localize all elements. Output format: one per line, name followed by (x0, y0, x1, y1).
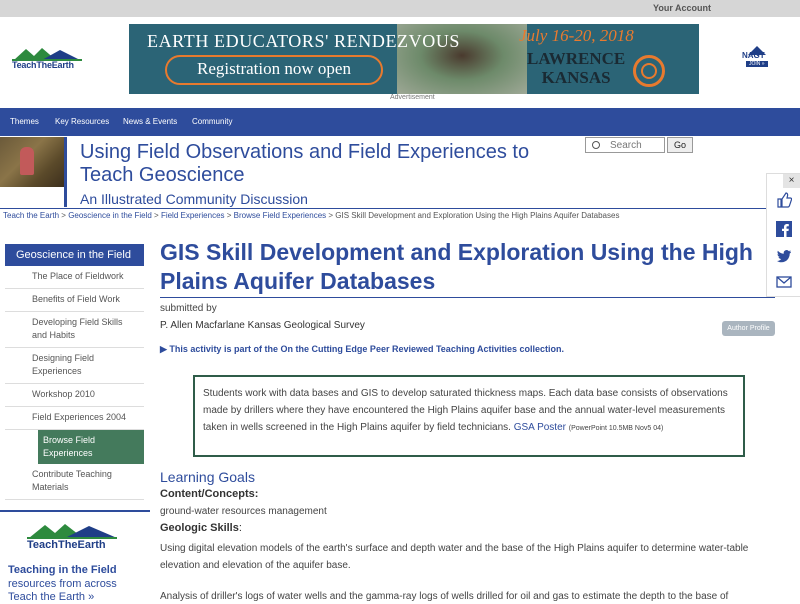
email-icon[interactable] (776, 274, 792, 290)
banner-location-line1: LAWRENCE (527, 49, 626, 68)
triangle-right-icon: ▶ (160, 344, 170, 354)
sidebar-item[interactable]: Designing Field Experiences (5, 348, 144, 384)
tte-logo-text: TeachTheEarth (27, 539, 106, 551)
breadcrumb-item[interactable]: Browse Field Experiences (234, 211, 326, 220)
header-divider (64, 137, 67, 207)
banner-location-line2: KANSAS (541, 68, 611, 87)
gsa-poster-note: (PowerPoint 10.5MB Nov5 04) (568, 425, 664, 432)
search-input[interactable]: Search (585, 137, 665, 153)
teaching-in-field-box[interactable]: TeachTheEarth Teaching in the Field reso… (0, 510, 150, 603)
facebook-icon[interactable] (776, 221, 792, 237)
sidebar-item[interactable]: The Place of Fieldwork (5, 266, 144, 289)
nagt-text: NAGT (742, 51, 765, 60)
teach-the-earth-logo[interactable]: TeachTheEarth (12, 46, 84, 76)
sidebar-item[interactable]: Field Experiences 2004 (5, 407, 144, 430)
twitter-icon[interactable] (776, 248, 792, 264)
submitted-by-label: submitted by (160, 303, 217, 314)
breadcrumb-sep: > (226, 211, 232, 220)
nagt-join-button[interactable]: JOIN » (746, 61, 768, 67)
tte-logo: TeachTheEarth (27, 522, 119, 558)
search-go-button[interactable]: Go (667, 137, 693, 153)
geologic-skills-bold: Geologic Skills (160, 522, 239, 534)
banner-cta: Registration now open (197, 59, 351, 78)
sidebar-item[interactable]: Contribute Teaching Materials (5, 464, 144, 500)
close-icon[interactable]: × (783, 174, 800, 188)
header-photo (0, 137, 64, 187)
tte-box-line: resources from across (8, 578, 117, 590)
site-subtitle: An Illustrated Community Discussion (80, 191, 308, 207)
nav-community[interactable]: Community (192, 117, 232, 126)
ad-banner[interactable]: EARTH EDUCATORS' RENDEZVOUS Registration… (129, 24, 699, 94)
sidebar-item[interactable]: Benefits of Field Work (5, 289, 144, 312)
sidebar-item[interactable]: Workshop 2010 (5, 384, 144, 407)
banner-location: LAWRENCE KANSAS (527, 49, 625, 87)
search-form: Search Go (585, 137, 795, 159)
banner-headline: EARTH EDUCATORS' RENDEZVOUS (147, 31, 461, 51)
spiral-inner-icon (641, 63, 657, 79)
top-bar: Your Account (0, 0, 800, 17)
learning-goals-heading: Learning Goals (160, 469, 255, 485)
page-title: GIS Skill Development and Exploration Us… (160, 239, 753, 294)
breadcrumb-sep: > (61, 211, 66, 220)
geologic-skills-colon: : (238, 522, 242, 534)
skill-item: Using digital elevation models of the ea… (160, 543, 749, 571)
collection-text: This activity is part of the On the Cutt… (169, 344, 565, 354)
tte-box-text[interactable]: resources from across Teach the Earth » (8, 578, 117, 604)
nagt-logo[interactable]: NAGT JOIN » (738, 42, 776, 68)
thumbs-up-icon[interactable] (776, 192, 792, 208)
search-placeholder: Search (610, 140, 642, 151)
gsa-poster-link[interactable]: GSA Poster (514, 422, 566, 433)
your-account-link[interactable]: Your Account (653, 3, 711, 13)
logo-text: TeachTheEarth (12, 60, 74, 70)
content-concepts-label: Content/Concepts: (160, 488, 259, 500)
breadcrumb-sep: > (154, 211, 159, 220)
nav-themes[interactable]: Themes (10, 117, 39, 126)
sidebar: Geoscience in the Field The Place of Fie… (5, 244, 144, 500)
author-profile-button[interactable]: Author Profile (722, 321, 775, 336)
breadcrumb: Teach the Earth > Geoscience in the Fiel… (0, 208, 770, 221)
site-title[interactable]: Using Field Observations and Field Exper… (80, 141, 580, 187)
main-nav: Themes Key Resources News & Events Commu… (0, 108, 800, 136)
breadcrumb-item[interactable]: Field Experiences (161, 211, 225, 220)
content-item: ground-water resources management (160, 506, 327, 517)
tte-box-title[interactable]: Teaching in the Field (8, 564, 117, 576)
nav-news-events[interactable]: News & Events (123, 117, 177, 126)
collection-toggle[interactable]: ▶ This activity is part of the On the Cu… (160, 344, 564, 355)
breadcrumb-item[interactable]: Geoscience in the Field (68, 211, 152, 220)
author-name: P. Allen Macfarlane Kansas Geological Su… (160, 320, 365, 331)
breadcrumb-sep: > (328, 211, 334, 220)
breadcrumb-current: GIS Skill Development and Exploration Us… (335, 211, 620, 220)
summary-box: Students work with data bases and GIS to… (193, 375, 745, 457)
search-icon (592, 141, 600, 149)
skill-item: Analysis of driller's logs of water well… (160, 591, 729, 602)
sidebar-item[interactable]: Developing Field Skills and Habits (5, 312, 144, 348)
share-bar: × (766, 173, 800, 297)
geologic-skills-label: Geologic Skills: (160, 522, 242, 534)
breadcrumb-item[interactable]: Teach the Earth (3, 211, 59, 220)
title-rule (160, 297, 775, 298)
sidebar-item-active[interactable]: Browse Field Experiences (5, 430, 144, 464)
mountain-icon (27, 524, 117, 539)
nav-key-resources[interactable]: Key Resources (55, 117, 109, 126)
sidebar-heading[interactable]: Geoscience in the Field (5, 244, 144, 266)
tte-box-line: Teach the Earth » (8, 591, 95, 603)
advertisement-label: Advertisement (390, 94, 435, 101)
sidebar-active-label: Browse Field Experiences (38, 430, 144, 464)
banner-dates: July 16-20, 2018 (519, 26, 634, 45)
